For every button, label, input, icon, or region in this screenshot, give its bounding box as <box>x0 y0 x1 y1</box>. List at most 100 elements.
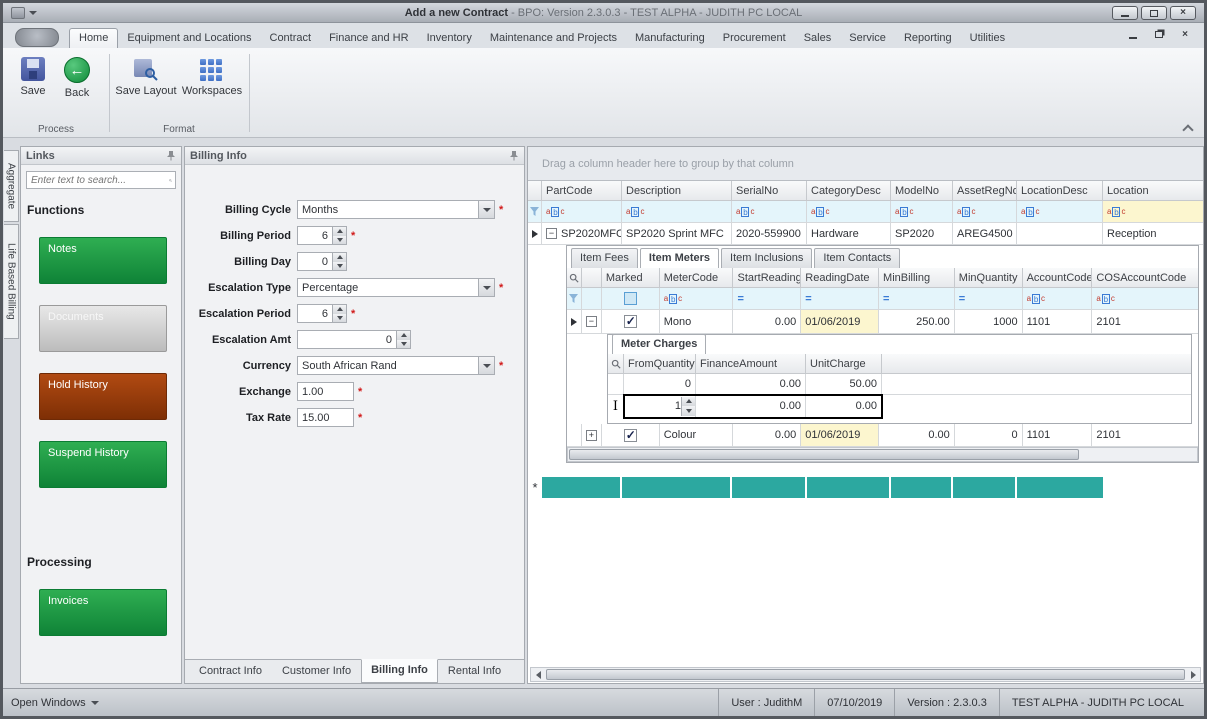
documents-button[interactable]: Documents <box>39 305 167 352</box>
filter-cell-minquantity[interactable]: = <box>955 288 1023 310</box>
collapse-row-icon[interactable]: − <box>546 228 557 239</box>
tab-item-contacts[interactable]: Item Contacts <box>814 248 900 268</box>
table-row[interactable]: + Colour 0.00 01/06/2019 0.00 0 1101 210… <box>567 424 1198 447</box>
column-header-minbilling[interactable]: MinBilling <box>879 268 955 288</box>
column-header-minquantity[interactable]: MinQuantity <box>955 268 1023 288</box>
table-row-editing[interactable]: I 1 0.00 0.00 <box>608 395 1191 418</box>
tab-item-fees[interactable]: Item Fees <box>571 248 638 268</box>
scrollbar-thumb[interactable] <box>546 669 1185 680</box>
hold-history-button[interactable]: Hold History <box>39 373 167 420</box>
cell-unitcharge[interactable]: 50.00 <box>806 374 882 395</box>
cell-marked[interactable] <box>602 424 660 447</box>
side-tab-life-based-billing[interactable]: Life Based Billing <box>4 224 19 339</box>
new-cell-serialno[interactable] <box>732 477 807 498</box>
filter-cell-serialno[interactable] <box>732 201 807 223</box>
cell-description[interactable]: SP2020 Sprint MFC <box>622 223 732 245</box>
chevron-down-icon[interactable] <box>478 357 494 374</box>
save-layout-button[interactable]: Save Layout <box>115 53 177 119</box>
search-input[interactable] <box>27 175 169 186</box>
pin-icon[interactable] <box>166 150 176 161</box>
mdi-close-button[interactable]: × <box>1176 27 1194 42</box>
ribbon-tab-sales[interactable]: Sales <box>795 29 841 48</box>
cell-assetregno[interactable]: AREG4500 <box>953 223 1017 245</box>
billing-cycle-dropdown[interactable]: Months <box>297 200 495 219</box>
quick-access-toolbar[interactable] <box>3 7 37 19</box>
group-by-box[interactable]: Drag a column header here to group by th… <box>528 147 1203 181</box>
ribbon-tab-reporting[interactable]: Reporting <box>895 29 961 48</box>
column-header-location[interactable]: Location <box>1103 181 1203 201</box>
cell-cosaccountcode[interactable]: 2101 <box>1092 424 1198 447</box>
column-header-cosaccountcode[interactable]: COSAccountCode <box>1092 268 1198 288</box>
save-button[interactable]: Save <box>11 53 55 119</box>
open-windows-dropdown[interactable]: Open Windows <box>11 697 99 709</box>
ribbon-tab-finance-and-hr[interactable]: Finance and HR <box>320 29 418 48</box>
pin-icon[interactable] <box>509 150 519 161</box>
cell-accountcode[interactable]: 1101 <box>1023 424 1093 447</box>
column-header-serialno[interactable]: SerialNo <box>732 181 807 201</box>
new-item-row[interactable]: * <box>528 477 1203 498</box>
cell-partcode[interactable]: −SP2020MFC <box>542 223 622 245</box>
cell-unitcharge[interactable]: 0.00 <box>806 395 882 418</box>
scroll-right-button[interactable] <box>1186 668 1200 681</box>
filter-cell-marked[interactable] <box>602 288 660 310</box>
ribbon-tab-equipment-and-locations[interactable]: Equipment and Locations <box>118 29 260 48</box>
filter-cell-locationdesc[interactable] <box>1017 201 1103 223</box>
filter-cell-assetregno[interactable] <box>953 201 1017 223</box>
filter-cell-description[interactable] <box>622 201 732 223</box>
checked-checkbox[interactable] <box>624 429 637 442</box>
workspaces-button[interactable]: Workspaces <box>181 53 243 119</box>
column-header-marked[interactable]: Marked <box>602 268 660 288</box>
search-icon[interactable] <box>169 175 172 186</box>
exchange-field[interactable]: 1.00 <box>297 382 354 401</box>
ribbon-tab-utilities[interactable]: Utilities <box>961 29 1014 48</box>
filter-cell-partcode[interactable] <box>542 201 622 223</box>
scroll-left-button[interactable] <box>531 668 545 681</box>
filter-cell-metercode[interactable] <box>660 288 734 310</box>
checked-checkbox[interactable] <box>624 315 637 328</box>
column-header-partcode[interactable]: PartCode <box>542 181 622 201</box>
cell-startreading[interactable]: 0.00 <box>733 424 801 447</box>
cell-cosaccountcode[interactable]: 2101 <box>1092 310 1198 334</box>
column-header-modelno[interactable]: ModelNo <box>891 181 953 201</box>
ribbon-tab-manufacturing[interactable]: Manufacturing <box>626 29 714 48</box>
expand-cell[interactable]: − <box>582 310 602 334</box>
tab-item-inclusions[interactable]: Item Inclusions <box>721 248 812 268</box>
cell-modelno[interactable]: SP2020 <box>891 223 953 245</box>
tab-contract-info[interactable]: Contract Info <box>189 660 272 683</box>
chevron-down-icon[interactable] <box>478 279 494 296</box>
chevron-down-icon[interactable] <box>478 201 494 218</box>
ribbon-tab-contract[interactable]: Contract <box>261 29 321 48</box>
column-header-fromquantity[interactable]: FromQuantity <box>624 354 696 374</box>
tab-meter-charges[interactable]: Meter Charges <box>612 334 706 354</box>
spin-buttons-icon[interactable] <box>332 227 346 244</box>
billing-day-stepper[interactable]: 0 <box>297 252 347 271</box>
cell-accountcode[interactable]: 1101 <box>1023 310 1093 334</box>
new-cell-modelno[interactable] <box>891 477 953 498</box>
charges-header-search[interactable] <box>608 354 624 374</box>
filter-cell-cosaccountcode[interactable] <box>1092 288 1198 310</box>
column-header-accountcode[interactable]: AccountCode <box>1023 268 1093 288</box>
filter-cell-location[interactable] <box>1103 201 1203 223</box>
ribbon-tab-inventory[interactable]: Inventory <box>418 29 481 48</box>
table-row[interactable]: − Mono 0.00 01/06/2019 250.00 1000 1101 … <box>567 310 1198 334</box>
cell-metercode[interactable]: Mono <box>660 310 734 334</box>
cell-minbilling[interactable]: 0.00 <box>879 424 955 447</box>
column-header-readingdate[interactable]: ReadingDate <box>801 268 879 288</box>
cell-readingdate[interactable]: 01/06/2019 <box>801 424 879 447</box>
new-cell-description[interactable] <box>622 477 732 498</box>
cell-minbilling[interactable]: 250.00 <box>879 310 955 334</box>
ribbon-tab-maintenance-and-projects[interactable]: Maintenance and Projects <box>481 29 626 48</box>
cell-startreading[interactable]: 0.00 <box>733 310 801 334</box>
cell-serialno[interactable]: 2020-559900 <box>732 223 807 245</box>
cell-fromquantity-editor[interactable]: 1 <box>624 395 696 418</box>
side-tab-aggregate[interactable]: Aggregate <box>4 150 19 222</box>
tax-rate-field[interactable]: 15.00 <box>297 408 354 427</box>
tab-item-meters[interactable]: Item Meters <box>640 248 719 268</box>
table-row[interactable]: −SP2020MFC SP2020 Sprint MFC 2020-559900… <box>528 223 1203 245</box>
filter-cell-accountcode[interactable] <box>1023 288 1093 310</box>
application-menu-button[interactable] <box>15 28 59 47</box>
filter-cell-readingdate[interactable]: = <box>801 288 879 310</box>
ribbon-tab-service[interactable]: Service <box>840 29 895 48</box>
grid-horizontal-scrollbar[interactable] <box>530 667 1201 682</box>
invoices-button[interactable]: Invoices <box>39 589 167 636</box>
